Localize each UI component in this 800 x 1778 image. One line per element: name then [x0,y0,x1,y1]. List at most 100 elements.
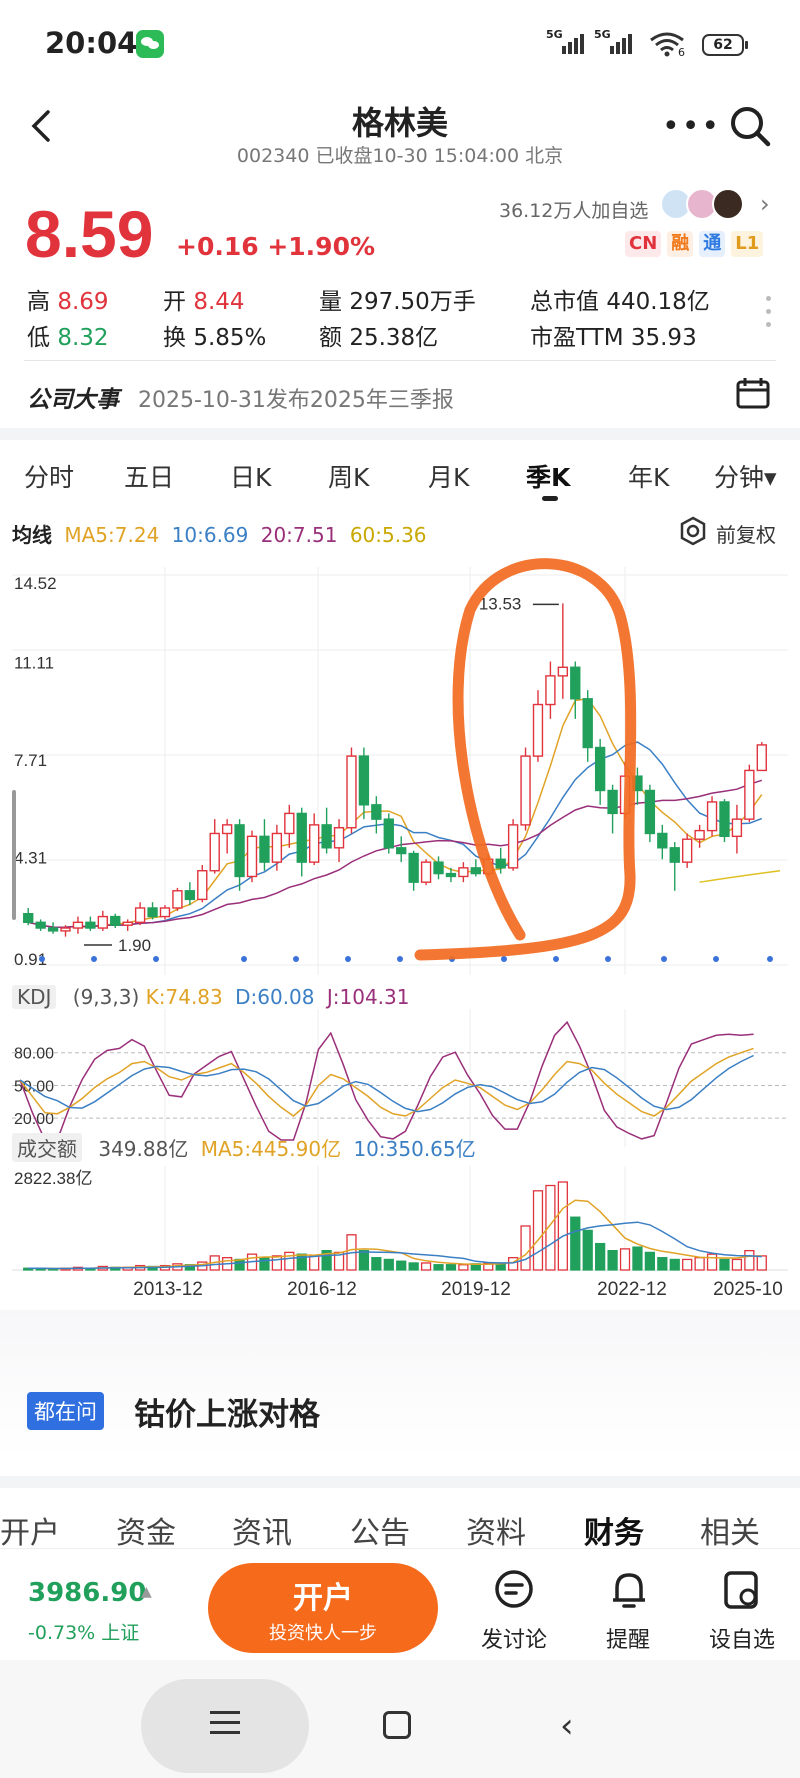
volume-bar [644,1251,656,1271]
volume-bar [706,1253,718,1271]
home-icon[interactable] [383,1711,411,1739]
tab-5day[interactable]: 五日 [124,458,174,494]
tab-daily-k[interactable]: 日K [230,458,271,494]
stat-label: 量 [319,289,342,315]
y-tick-label: 14.52 [14,574,57,593]
tab-intraday[interactable]: 分时 [24,458,74,494]
feature-tabs: 开户 资金 资讯 公告 资料 财务 相关 [0,1508,800,1548]
ftab-account[interactable]: 开户 [0,1508,60,1548]
last-price: 8.59 [25,197,154,271]
volume-bar [619,1248,631,1271]
volume-bar [371,1257,382,1271]
settings-watchlist-icon[interactable] [720,1568,764,1612]
kdj-j-line [19,1020,754,1141]
event-dot [605,956,611,962]
event-dot [713,956,719,962]
ma60-line [699,869,781,883]
y-tick-label: 7.71 [14,751,47,770]
page-subtitle: 002340 已收盘10-30 15:04:00 北京 [236,145,564,167]
ma-legend: 均线 MA5:7.24 10:6.69 20:7.51 60:5.36 [12,519,427,548]
chevron-right-icon[interactable]: › [760,190,770,218]
ftab-funds[interactable]: 资金 [116,1508,176,1548]
tab-yearly-k[interactable]: 年K [628,458,669,494]
index-value[interactable]: 3986.90 [28,1578,146,1608]
stat-mcap: 440.18亿 [606,289,710,315]
candle-body [209,832,220,872]
volume-max-label: 2822.38亿 [14,1169,92,1188]
volume-label[interactable]: 成交额 [12,1133,82,1162]
company-event-text[interactable]: 2025-10-31发布2025年三季报 [138,382,454,414]
stat-turnover: 5.85% [193,325,267,351]
candle-body [72,921,84,929]
volume-bar [744,1249,755,1271]
kdj-label[interactable]: KDJ [12,985,57,1009]
candle-body [694,829,705,840]
kdj-legend: KDJ (9,3,3) K:74.83 D:60.08 J:104.31 [12,985,410,1009]
discussion-icon[interactable] [492,1568,536,1612]
ftab-related[interactable]: 相关 [700,1508,760,1548]
menu-icon[interactable] [210,1711,240,1741]
ma5-value: MA5:7.24 [64,523,160,547]
more-icon[interactable]: ••• [662,112,721,142]
volume-bar [669,1258,680,1271]
nav-back-icon[interactable]: ‹ [560,1706,574,1746]
ask-question[interactable]: 钴价上涨对格 [134,1389,320,1434]
candle-body [532,703,544,757]
period-tabs: 分时 五日 日K 周K 月K 季K 年K 分钟▾ [0,440,800,506]
ftab-finance[interactable]: 财务 [584,1508,644,1548]
volume-bar [532,1190,544,1271]
network-label-2: 5G [594,28,611,41]
ftab-announcements[interactable]: 公告 [350,1508,410,1548]
x-tick-label: 2013-12 [133,1279,203,1300]
candle-body [396,847,407,855]
candle-body [309,824,320,863]
candle-body [284,812,295,835]
volume-bar [595,1242,606,1271]
search-icon[interactable] [728,104,772,148]
y-tick-label: 11.11 [14,654,54,673]
company-events-label[interactable]: 公司大事 [27,380,119,414]
settings-gear-icon[interactable] [678,516,708,546]
candle-body [507,824,519,869]
tab-monthly-k[interactable]: 月K [428,458,469,494]
open-account-label: 开户 [293,1581,353,1616]
stat-label: 市盈TTM [530,325,624,351]
x-tick-label: 2022-12 [597,1279,667,1300]
candle-body [458,867,469,878]
scroll-indicator [12,790,16,920]
candle-body [321,824,332,849]
tab-quarterly-k[interactable]: 季K [526,458,570,494]
ma60-value: 60:5.36 [349,523,427,547]
follower-avatars[interactable] [660,188,750,222]
ftab-profile[interactable]: 资料 [466,1508,526,1548]
candle-body [719,801,730,838]
candle-body [594,746,606,792]
tab-weekly-k[interactable]: 周K [328,458,369,494]
volume-legend: 成交额 349.88亿 MA5:445.90亿 10:350.65亿 [12,1133,476,1162]
x-tick-label: 2019-12 [441,1279,511,1300]
stat-label: 高 [27,289,50,315]
tab-minute[interactable]: 分钟▾ [714,458,777,494]
discussion-label: 发讨论 [481,1628,548,1653]
kdj-d: D:60.08 [235,985,315,1009]
volume-bar [694,1257,705,1271]
vertical-more-icon[interactable] [766,296,772,335]
volume-bar [445,1264,457,1271]
stat-open: 8.44 [193,289,245,315]
triangle-up-icon: ▲ [141,1584,152,1600]
candle-body [470,867,481,875]
calendar-icon[interactable] [735,376,771,410]
open-account-button[interactable]: 开户 投资快人一步 [208,1563,438,1653]
candle-body [172,890,183,909]
stat-label: 总市值 [530,289,599,315]
kline-chart[interactable]: 14.5211.117.714.310.9113.531.9080.0050.0… [0,555,800,1315]
volume-bar [570,1216,581,1271]
divider [24,360,776,361]
bell-icon[interactable] [607,1568,651,1612]
adjust-mode-button[interactable]: 前复权 [716,519,776,548]
ftab-news[interactable]: 资讯 [232,1508,292,1548]
followers-count[interactable]: 36.12万人加自选 [499,196,648,223]
volume-bar [408,1262,419,1271]
ma-label: 均线 [12,523,52,547]
ma10-line [28,741,763,929]
